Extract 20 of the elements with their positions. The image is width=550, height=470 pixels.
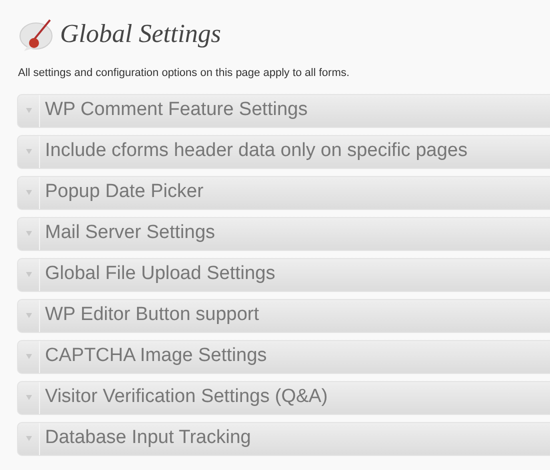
settings-section-header[interactable]: Visitor Verification Settings (Q&A) — [17, 380, 550, 414]
settings-section-header[interactable]: Include cforms header data only on specific pages — [17, 134, 550, 168]
section-title: Global File Upload Settings — [45, 262, 276, 286]
section-title: Popup Date Picker — [45, 180, 204, 204]
settings-section-header[interactable]: Global File Upload Settings — [17, 258, 550, 292]
section-title: CAPTCHA Image Settings — [45, 344, 267, 368]
settings-section-header[interactable]: Database Input Tracking — [17, 422, 550, 456]
section-title: WP Editor Button support — [45, 303, 260, 328]
page-title: Global Settings — [60, 18, 222, 50]
section-title: Visitor Verification Settings (Q&A) — [45, 385, 328, 410]
settings-section-header[interactable]: WP Editor Button support — [17, 298, 550, 332]
section-title: Mail Server Settings — [45, 221, 216, 246]
page-description: All settings and configuration options on this page apply to all forms. — [18, 66, 350, 81]
settings-section-header[interactable]: Mail Server Settings — [17, 216, 550, 250]
section-title: Include cforms header data only on specific pages — [45, 139, 468, 164]
section-title: Database Input Tracking — [45, 426, 251, 450]
section-title: WP Comment Feature Settings — [45, 98, 308, 122]
settings-section-header[interactable]: WP Comment Feature Settings — [17, 94, 550, 128]
settings-section-header[interactable]: Popup Date Picker — [17, 176, 550, 210]
settings-section-header[interactable]: CAPTCHA Image Settings — [17, 340, 550, 374]
